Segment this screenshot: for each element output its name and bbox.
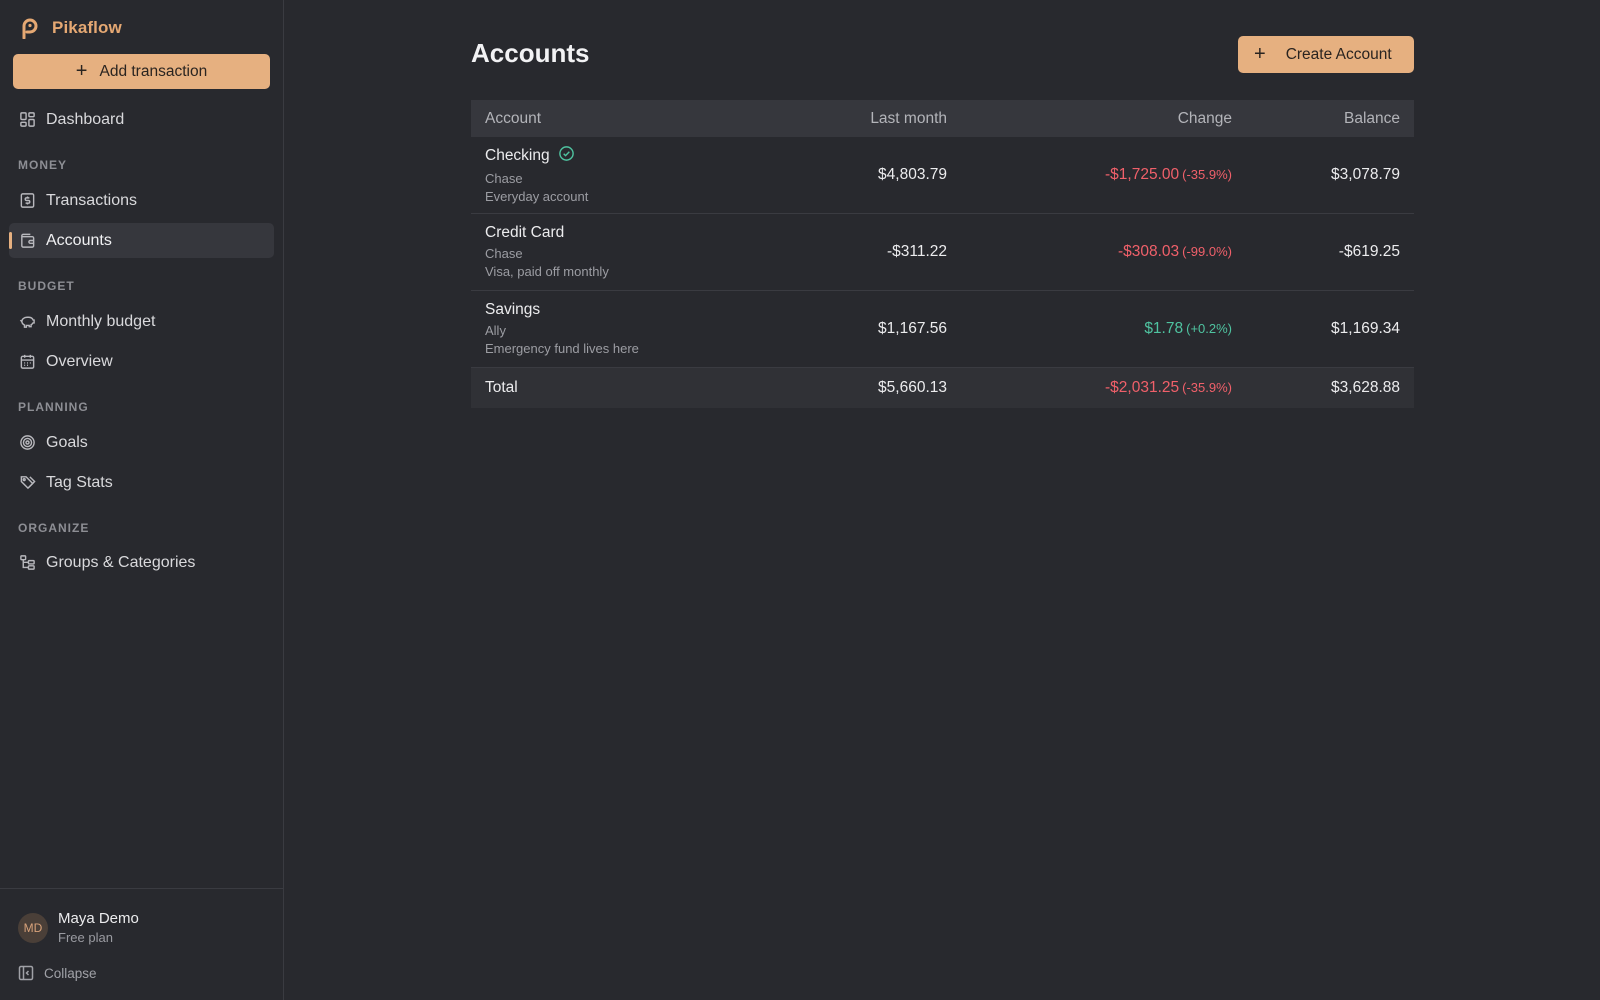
change-cell: -$308.03 (-99.0%) [947, 243, 1232, 261]
accounts-table: Account Last month Change Balance Checki… [471, 100, 1414, 408]
account-note: Visa, paid off monthly [485, 263, 609, 279]
total-label: Total [485, 379, 518, 396]
sidebar-item-transactions[interactable]: Transactions [9, 183, 274, 218]
sidebar-item-label: Tag Stats [46, 473, 113, 491]
sidebar-item-groups-categories[interactable]: Groups & Categories [9, 545, 274, 580]
pikaflow-logo-icon [22, 18, 38, 39]
total-last-month: $5,660.13 [878, 379, 947, 396]
sidebar-item-label: Monthly budget [46, 312, 156, 330]
change-value: -$308.03 [1117, 243, 1180, 260]
sidebar-item-label: Overview [46, 352, 113, 370]
sidebar-item-monthly-budget[interactable]: Monthly budget [9, 304, 274, 339]
change-value: -$1,725.00 [1105, 166, 1180, 183]
plus-icon: + [75, 59, 88, 82]
total-row: Total $5,660.13 -$2,031.25 (-35.9%) $3,62… [471, 368, 1414, 408]
sidebar-item-tag-stats[interactable]: Tag Stats [9, 465, 274, 500]
brand-name: Pikaflow [52, 18, 122, 37]
total-change-cell: -$2,031.25 (-35.9%) [947, 379, 1232, 397]
account-institution: Chase [485, 245, 523, 261]
sidebar: Pikaflow + Add transaction Dashboard MON… [0, 0, 284, 1000]
sidebar-item-label: Dashboard [46, 110, 125, 128]
section-label-money: MONEY [18, 158, 68, 172]
sidebar-item-dashboard[interactable]: Dashboard [9, 102, 274, 137]
account-name: Savings [485, 300, 541, 318]
total-change-value: -$2,031.25 [1105, 379, 1180, 396]
account-cell: Savings Ally Emergency fund lives here [471, 301, 721, 357]
sidebar-divider [0, 888, 284, 889]
account-name: Credit Card [485, 223, 565, 241]
piggy-bank-icon [18, 313, 36, 331]
last-month-value: $4,803.79 [878, 166, 947, 183]
create-account-button[interactable]: + Create Account [1238, 36, 1414, 73]
section-label-budget: BUDGET [18, 279, 75, 293]
header-account: Account [485, 109, 542, 127]
table-header: Account Last month Change Balance [471, 100, 1414, 137]
user-name: Maya Demo [58, 910, 139, 927]
table-row[interactable]: Checking Chase Everyday account $4,803.7… [471, 137, 1414, 214]
balance-value: $3,078.79 [1331, 166, 1400, 183]
balance-value: -$619.25 [1338, 243, 1400, 260]
target-icon [18, 434, 36, 452]
table-row[interactable]: Credit Card Chase Visa, paid off monthly… [471, 214, 1414, 291]
sidebar-item-label: Groups & Categories [46, 553, 196, 571]
header-change: Change [1177, 109, 1232, 127]
sidebar-item-label: Goals [46, 433, 88, 451]
account-name-line: Savings [485, 301, 721, 319]
hierarchy-icon [18, 554, 36, 572]
brand[interactable]: Pikaflow [20, 16, 122, 40]
section-label-planning: PLANNING [18, 400, 89, 414]
dashboard-icon [18, 111, 36, 129]
section-label-organize: ORGANIZE [18, 521, 90, 535]
account-cell: Checking Chase Everyday account [471, 145, 721, 205]
last-month-value: $1,167.56 [878, 320, 947, 337]
sidebar-item-accounts[interactable]: Accounts [9, 223, 274, 258]
wallet-icon [18, 232, 36, 250]
user-profile[interactable]: MD Maya Demo Free plan [18, 910, 139, 945]
change-percent: (-99.0%) [1182, 244, 1232, 259]
collapse-button[interactable]: Collapse [18, 965, 97, 981]
balance-value: $1,169.34 [1331, 320, 1400, 337]
change-value: $1.78 [1144, 320, 1184, 337]
sidebar-item-overview[interactable]: Overview [9, 344, 274, 379]
account-cell: Credit Card Chase Visa, paid off monthly [471, 224, 721, 280]
calendar-icon [18, 353, 36, 371]
page-title: Accounts [471, 38, 590, 68]
account-note: Everyday account [485, 188, 589, 204]
receipt-dollar-icon [18, 192, 36, 210]
create-account-label: Create Account [1285, 45, 1392, 63]
last-month-value: -$311.22 [886, 243, 947, 260]
add-transaction-label: Add transaction [99, 62, 208, 80]
account-name: Checking [485, 146, 550, 164]
account-institution: Ally [485, 322, 506, 338]
header-balance: Balance [1343, 109, 1400, 127]
account-note: Emergency fund lives here [485, 340, 639, 356]
change-cell: -$1,725.00 (-35.9%) [947, 166, 1232, 184]
total-change-percent: (-35.9%) [1182, 380, 1232, 395]
change-cell: $1.78 (+0.2%) [947, 320, 1232, 338]
avatar: MD [18, 912, 48, 943]
user-plan: Free plan [58, 930, 113, 945]
account-name-line: Checking [485, 145, 721, 167]
table-row[interactable]: Savings Ally Emergency fund lives here $… [471, 291, 1414, 368]
plus-icon: + [1254, 42, 1266, 65]
account-institution: Chase [485, 170, 523, 186]
add-transaction-button[interactable]: + Add transaction [13, 54, 270, 89]
sidebar-collapse-icon [18, 965, 34, 981]
change-percent: (+0.2%) [1186, 321, 1232, 336]
tag-icon [18, 474, 36, 492]
collapse-label: Collapse [44, 965, 97, 981]
sidebar-item-label: Accounts [46, 231, 112, 249]
header-last-month: Last month [870, 109, 947, 127]
verified-check-icon [558, 145, 575, 167]
sidebar-item-goals[interactable]: Goals [9, 425, 274, 460]
change-percent: (-35.9%) [1182, 167, 1232, 182]
total-balance: $3,628.88 [1331, 379, 1400, 396]
sidebar-item-label: Transactions [46, 191, 137, 209]
account-name-line: Credit Card [485, 224, 721, 242]
